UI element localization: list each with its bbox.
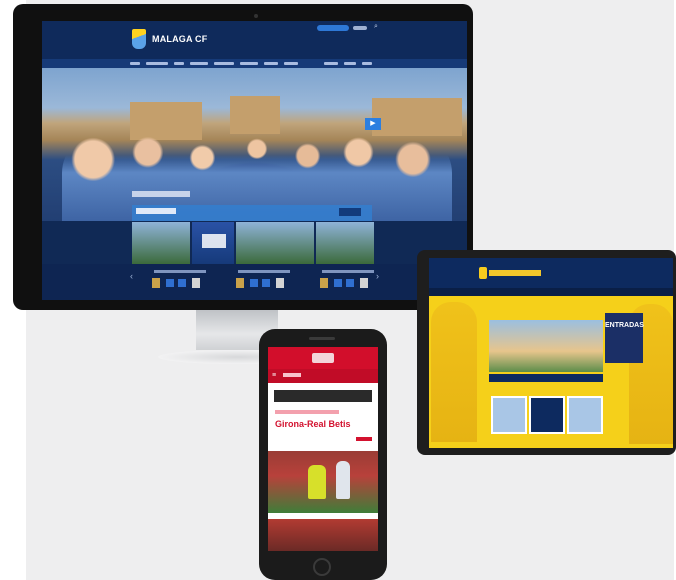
tablet-brand[interactable] [489,270,541,276]
hamburger-menu-icon[interactable]: ≡ [272,372,276,379]
ad-banner[interactable] [274,390,372,402]
play-icon[interactable]: ▶ [365,118,381,130]
news-tag [132,191,190,197]
article-photo[interactable] [268,519,378,551]
tablet-header [429,258,673,288]
news-tile[interactable] [567,396,603,434]
mobile-device: ≡ Girona-Real Betis [259,329,387,580]
featured-news-bar[interactable] [132,205,372,221]
share-icons[interactable] [356,437,372,441]
nav-item[interactable] [214,62,234,65]
camera-dot [254,14,258,18]
nav-item[interactable] [344,62,356,65]
hero-banner[interactable]: ▶ [42,68,467,221]
nav-item[interactable] [324,62,338,65]
club-logo[interactable] [312,353,334,363]
match-strip [42,264,467,300]
nav-item[interactable] [264,62,278,65]
chevron-left-icon[interactable]: ‹ [130,271,133,281]
nav-item[interactable] [284,62,298,65]
mobile-header [268,347,378,369]
featured-news-title [136,208,176,214]
featured-news-button[interactable] [339,208,361,216]
tablet-news-bar[interactable] [489,374,603,382]
main-nav [42,59,467,68]
desktop-screen: MALAGA CF ⌕ ▶ ‹ › [42,21,467,300]
nav-item[interactable] [362,62,372,65]
brand-name[interactable]: MALAGA CF [152,34,207,44]
article-kicker [275,410,339,414]
search-icon[interactable]: ⌕ [374,23,378,31]
tablet-device: ENTRADAS [417,250,676,455]
news-tile[interactable] [529,396,565,434]
tablet-hero-image[interactable] [489,320,603,372]
mobile-menu-bar[interactable]: ≡ [268,369,378,383]
mobile-screen: ≡ Girona-Real Betis [268,347,378,551]
player-image [431,302,477,442]
news-thumbnail[interactable] [192,222,234,264]
chevron-right-icon[interactable]: › [376,271,379,281]
nav-item[interactable] [240,62,258,65]
speaker-slot [309,337,335,340]
tablet-screen: ENTRADAS [429,258,673,448]
article-photo[interactable] [268,451,378,513]
news-thumbnail[interactable] [236,222,314,264]
news-thumbnail[interactable] [132,222,190,264]
desktop-monitor: MALAGA CF ⌕ ▶ ‹ › [13,4,473,310]
tickets-promo[interactable]: ENTRADAS [605,313,644,363]
article-headline[interactable]: Girona-Real Betis [275,419,351,429]
hero-building [230,96,280,134]
header-secondary-link[interactable] [353,26,367,30]
header-primary-button[interactable] [317,25,349,31]
nav-item[interactable] [146,62,168,65]
hero-building [372,98,462,136]
home-button[interactable] [313,558,331,576]
tablet-nav[interactable] [429,288,673,296]
nav-item[interactable] [190,62,208,65]
news-tile[interactable] [491,396,527,434]
club-crest-logo[interactable] [132,29,146,49]
desktop-header: MALAGA CF ⌕ [42,21,467,59]
club-crest-logo[interactable] [479,267,487,279]
menu-label [283,373,301,377]
nav-item[interactable] [174,62,184,65]
news-thumbnail[interactable] [316,222,374,264]
match-card[interactable] [302,270,402,294]
nav-item[interactable] [130,62,140,65]
